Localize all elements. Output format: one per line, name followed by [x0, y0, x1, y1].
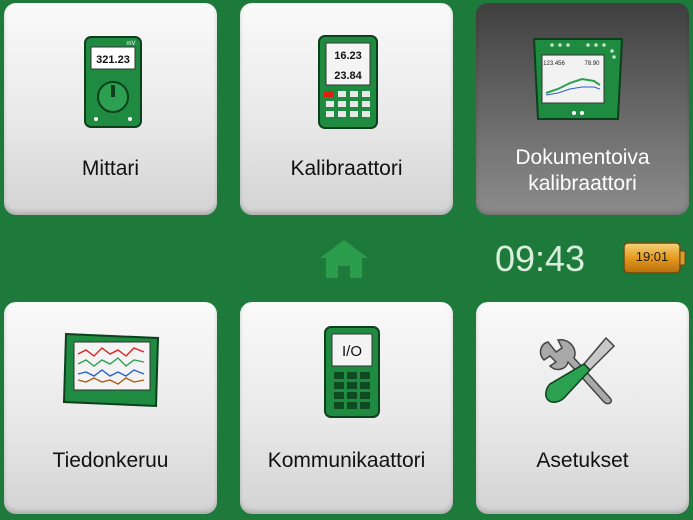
tile-kommunikaattori-label: Kommunikaattori	[267, 449, 426, 472]
doc-display-left: 123.456	[543, 61, 565, 67]
tile-kalibraattori-label: Kalibraattori	[290, 157, 403, 180]
calibrator-icon: 16.23 23.84	[318, 35, 378, 129]
calibrator-display-bottom: 23.84	[334, 70, 362, 82]
tile-mittari-label: Mittari	[81, 157, 140, 180]
battery-indicator: 19:01	[623, 242, 687, 274]
tile-asetukset-label: Asetukset	[536, 449, 629, 472]
calibrator-display-top: 16.23	[334, 50, 362, 62]
settings-tools-icon	[539, 336, 616, 405]
clock: 09:43	[494, 238, 586, 279]
tile-tiedonkeruu[interactable]: Tiedonkeruu	[4, 302, 217, 514]
tile-dokumentoiva-label-line2: kalibraattori	[528, 172, 637, 195]
home-icon[interactable]	[316, 236, 372, 280]
tile-asetukset[interactable]: Asetukset	[476, 302, 689, 514]
tile-tiedonkeruu-label: Tiedonkeruu	[52, 449, 169, 472]
multimeter-display-value: 321.23	[96, 54, 130, 66]
multimeter-icon: 321.23 mV	[84, 36, 142, 128]
tile-mittari[interactable]: 321.23 mV Mittari	[4, 3, 217, 215]
communicator-screen-text: I/O	[342, 343, 362, 360]
battery-time: 19:01	[635, 249, 669, 264]
tile-kalibraattori[interactable]: 16.23 23.84 Kalibraattori	[240, 3, 453, 215]
multimeter-unit: mV	[127, 41, 136, 47]
communicator-icon: I/O	[324, 326, 380, 418]
documenting-calibrator-icon: 123.456 78.90	[532, 38, 624, 120]
tile-kommunikaattori[interactable]: I/O Kommunikaattori	[240, 302, 453, 514]
data-logger-icon	[62, 332, 160, 408]
tile-dokumentoiva-label-line1: Dokumentoiva	[515, 146, 650, 169]
tile-dokumentoiva-kalibraattori[interactable]: 123.456 78.90 Dokumentoiva kalibraattori	[476, 3, 689, 215]
doc-display-right: 78.90	[584, 61, 600, 67]
